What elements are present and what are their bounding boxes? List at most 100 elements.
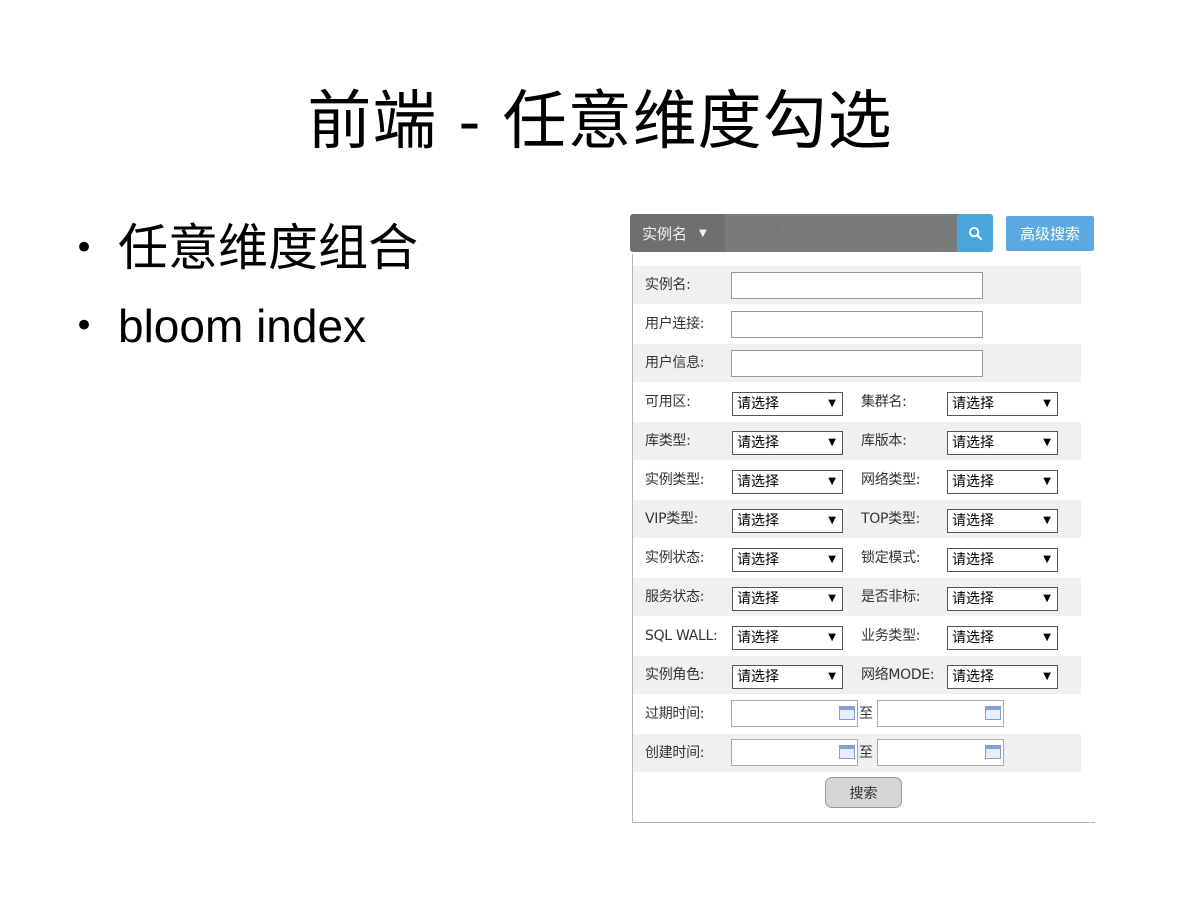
field-label: 过期时间: <box>645 706 705 722</box>
form-row: 实例名: <box>633 266 1081 304</box>
dropdown-arrow-icon: ▼ <box>1043 476 1051 487</box>
instance-status-select[interactable]: 请选择 ▼ <box>732 548 843 572</box>
network-type-select[interactable]: 请选择 ▼ <box>947 470 1058 494</box>
field-label: 用户信息: <box>645 355 705 371</box>
select-value: 请选择 <box>737 513 779 529</box>
field-label: 用户连接: <box>645 316 705 332</box>
dropdown-arrow-icon: ▼ <box>1043 554 1051 565</box>
select-value: 请选择 <box>737 669 779 685</box>
field-label: 实例名: <box>645 277 691 293</box>
form-row: 库类型: 请选择 ▼ 库版本: 请选择 ▼ <box>633 422 1081 460</box>
calendar-icon[interactable] <box>985 745 1001 759</box>
form-row: 创建时间: 至 <box>633 734 1081 772</box>
service-status-select[interactable]: 请选择 ▼ <box>732 587 843 611</box>
date-range-separator: 至 <box>859 745 873 761</box>
dropdown-arrow-icon: ▼ <box>1043 515 1051 526</box>
sql-wall-select[interactable]: 请选择 ▼ <box>732 626 843 650</box>
field-label: 业务类型: <box>861 628 921 644</box>
field-label: 锁定模式: <box>861 550 921 566</box>
date-range-separator: 至 <box>859 706 873 722</box>
form-row: 实例类型: 请选择 ▼ 网络类型: 请选择 ▼ <box>633 461 1081 499</box>
select-value: 请选择 <box>952 474 994 490</box>
bullet-text: bloom index <box>118 300 367 352</box>
dropdown-arrow-icon: ▼ <box>1043 437 1051 448</box>
lock-mode-select[interactable]: 请选择 ▼ <box>947 548 1058 572</box>
dropdown-arrow-icon: ▼ <box>1043 632 1051 643</box>
calendar-icon[interactable] <box>985 706 1001 720</box>
instance-name-field[interactable] <box>731 272 983 299</box>
field-label: 网络MODE: <box>861 667 935 683</box>
bullet-dot: • <box>74 306 95 346</box>
dropdown-arrow-icon: ▼ <box>1043 593 1051 604</box>
instance-role-select[interactable]: 请选择 ▼ <box>732 665 843 689</box>
select-value: 请选择 <box>952 630 994 646</box>
select-value: 请选择 <box>952 591 994 607</box>
bullet-text: 任意维度组合 <box>118 219 418 277</box>
create-date-end-input[interactable] <box>877 739 1004 766</box>
dropdown-arrow-icon: ▼ <box>828 671 836 682</box>
dropdown-arrow-icon: ▼ <box>828 593 836 604</box>
dropdown-arrow-icon: ▼ <box>828 554 836 565</box>
non-standard-select[interactable]: 请选择 ▼ <box>947 587 1058 611</box>
calendar-icon[interactable] <box>839 706 855 720</box>
instance-type-select[interactable]: 请选择 ▼ <box>732 470 843 494</box>
cluster-name-select[interactable]: 请选择 ▼ <box>947 392 1058 416</box>
field-label: 服务状态: <box>645 589 705 605</box>
form-row: 用户连接: <box>633 305 1081 343</box>
db-type-select[interactable]: 请选择 ▼ <box>732 431 843 455</box>
select-value: 请选择 <box>737 435 779 451</box>
form-row: 过期时间: 至 <box>633 695 1081 733</box>
dropdown-label: 实例名 <box>642 224 688 243</box>
vip-type-select[interactable]: 请选择 ▼ <box>732 509 843 533</box>
form-row: 用户信息: <box>633 344 1081 382</box>
network-mode-select[interactable]: 请选择 ▼ <box>947 665 1058 689</box>
availability-zone-select[interactable]: 请选择 ▼ <box>732 392 843 416</box>
field-label: 实例类型: <box>645 472 705 488</box>
select-value: 请选择 <box>737 396 779 412</box>
search-icon <box>968 226 982 240</box>
select-value: 请选择 <box>737 630 779 646</box>
user-info-field[interactable] <box>731 350 983 377</box>
submit-search-button[interactable]: 搜索 <box>825 777 902 808</box>
dropdown-arrow-icon: ▼ <box>1043 671 1051 682</box>
search-input[interactable] <box>725 214 957 252</box>
select-value: 请选择 <box>952 396 994 412</box>
field-label: 实例状态: <box>645 550 705 566</box>
expire-date-end-input[interactable] <box>877 700 1004 727</box>
calendar-icon[interactable] <box>839 745 855 759</box>
select-value: 请选择 <box>737 474 779 490</box>
search-widget: 实例名 ▼ 高级搜索 实例名: 用户连接: 用户信息: 可用区: 请选择▼ 集群 <box>630 214 1095 824</box>
top-type-select[interactable]: 请选择 ▼ <box>947 509 1058 533</box>
field-label: 是否非标: <box>861 589 921 605</box>
search-bar: 实例名 ▼ <box>630 214 994 252</box>
db-version-select[interactable]: 请选择 ▼ <box>947 431 1058 455</box>
field-label: 集群名: <box>861 394 907 410</box>
field-label: 实例角色: <box>645 667 705 683</box>
search-field-dropdown[interactable]: 实例名 ▼ <box>630 214 725 252</box>
field-label: 创建时间: <box>645 745 705 761</box>
select-value: 请选择 <box>737 552 779 568</box>
select-value: 请选择 <box>737 591 779 607</box>
field-label: TOP类型: <box>861 511 920 527</box>
advanced-search-button[interactable]: 高级搜索 <box>1006 216 1094 251</box>
field-label: SQL WALL: <box>645 628 718 644</box>
form-row: SQL WALL: 请选择 ▼ 业务类型: 请选择 ▼ <box>633 617 1081 655</box>
expire-date-start-input[interactable] <box>731 700 858 727</box>
dropdown-arrow-icon: ▼ <box>828 476 836 487</box>
search-button[interactable] <box>957 214 993 252</box>
form-row: 可用区: 请选择 ▼ 集群名: 请选择 ▼ <box>633 383 1081 421</box>
field-label: VIP类型: <box>645 511 699 527</box>
business-type-select[interactable]: 请选择 ▼ <box>947 626 1058 650</box>
field-label: 可用区: <box>645 394 691 410</box>
form-row: 实例角色: 请选择 ▼ 网络MODE: 请选择 ▼ <box>633 656 1081 694</box>
field-label: 库版本: <box>861 433 907 449</box>
field-label: 库类型: <box>645 433 691 449</box>
user-connection-field[interactable] <box>731 311 983 338</box>
form-row: 服务状态: 请选择 ▼ 是否非标: 请选择 ▼ <box>633 578 1081 616</box>
select-value: 请选择 <box>952 669 994 685</box>
form-row: VIP类型: 请选择 ▼ TOP类型: 请选择 ▼ <box>633 500 1081 538</box>
form-row: 实例状态: 请选择 ▼ 锁定模式: 请选择 ▼ <box>633 539 1081 577</box>
create-date-start-input[interactable] <box>731 739 858 766</box>
dropdown-arrow-icon: ▼ <box>828 437 836 448</box>
bullet-item: • bloom index <box>72 293 418 371</box>
